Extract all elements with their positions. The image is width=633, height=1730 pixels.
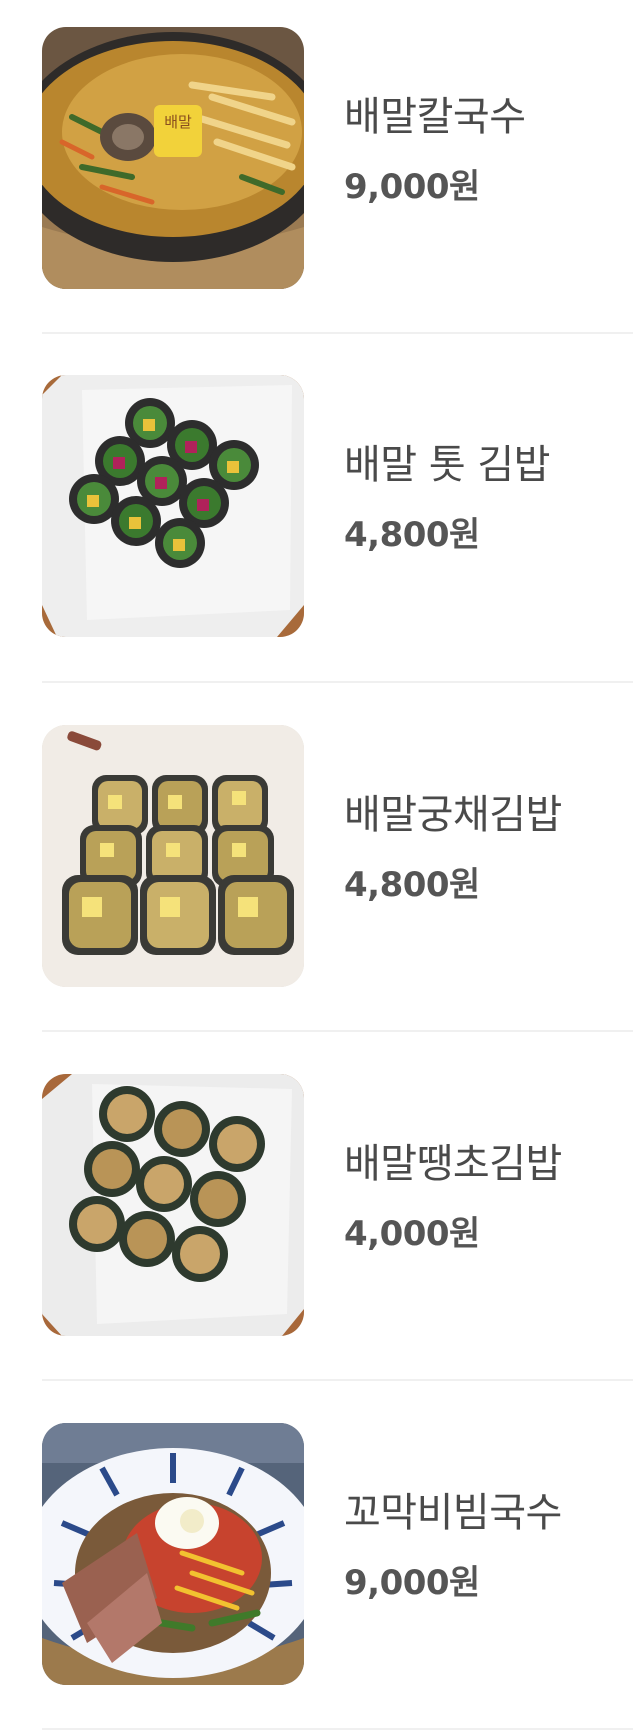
menu-item-price: 4,000원 (344, 1214, 480, 1254)
menu-item-price: 9,000원 (344, 167, 480, 207)
menu-item-photo (42, 1074, 304, 1336)
divider (42, 681, 633, 683)
menu-item-kkomak-bibim-guksu[interactable]: 꼬막비빔국수 9,000원 (42, 1423, 633, 1685)
menu-item-bamal-tot-kimbap[interactable]: 배말 톳 김밥 4,800원 (42, 375, 633, 637)
menu-item-bamal-ttaengcho-kimbap[interactable]: 배말땡초김밥 4,000원 (42, 1074, 633, 1336)
menu-item-price: 4,800원 (344, 865, 480, 905)
menu-list: 배말 배말칼국수 9,000원 배말 톳 김밥 4,800원 배말궁채김밥 4,… (0, 0, 633, 1730)
menu-item-name: 배말땡초김밥 (344, 1141, 562, 1187)
menu-item-photo (42, 1423, 304, 1685)
menu-item-bamal-gungchae-kimbap[interactable]: 배말궁채김밥 4,800원 (42, 725, 633, 987)
stamp-text: 배말 (164, 113, 192, 131)
menu-item-price: 4,800원 (344, 515, 480, 555)
menu-item-name: 배말 톳 김밥 (344, 442, 550, 488)
divider (42, 1030, 633, 1032)
menu-item-bamal-kalguksu[interactable]: 배말 배말칼국수 9,000원 (42, 27, 633, 289)
menu-item-name: 꼬막비빔국수 (344, 1490, 562, 1536)
menu-item-photo (42, 375, 304, 637)
menu-item-photo: 배말 (42, 27, 304, 289)
menu-item-name: 배말궁채김밥 (344, 792, 562, 838)
menu-item-price: 9,000원 (344, 1563, 480, 1603)
divider (42, 332, 633, 334)
menu-item-photo (42, 725, 304, 987)
divider (42, 1379, 633, 1381)
menu-item-name: 배말칼국수 (344, 94, 526, 140)
